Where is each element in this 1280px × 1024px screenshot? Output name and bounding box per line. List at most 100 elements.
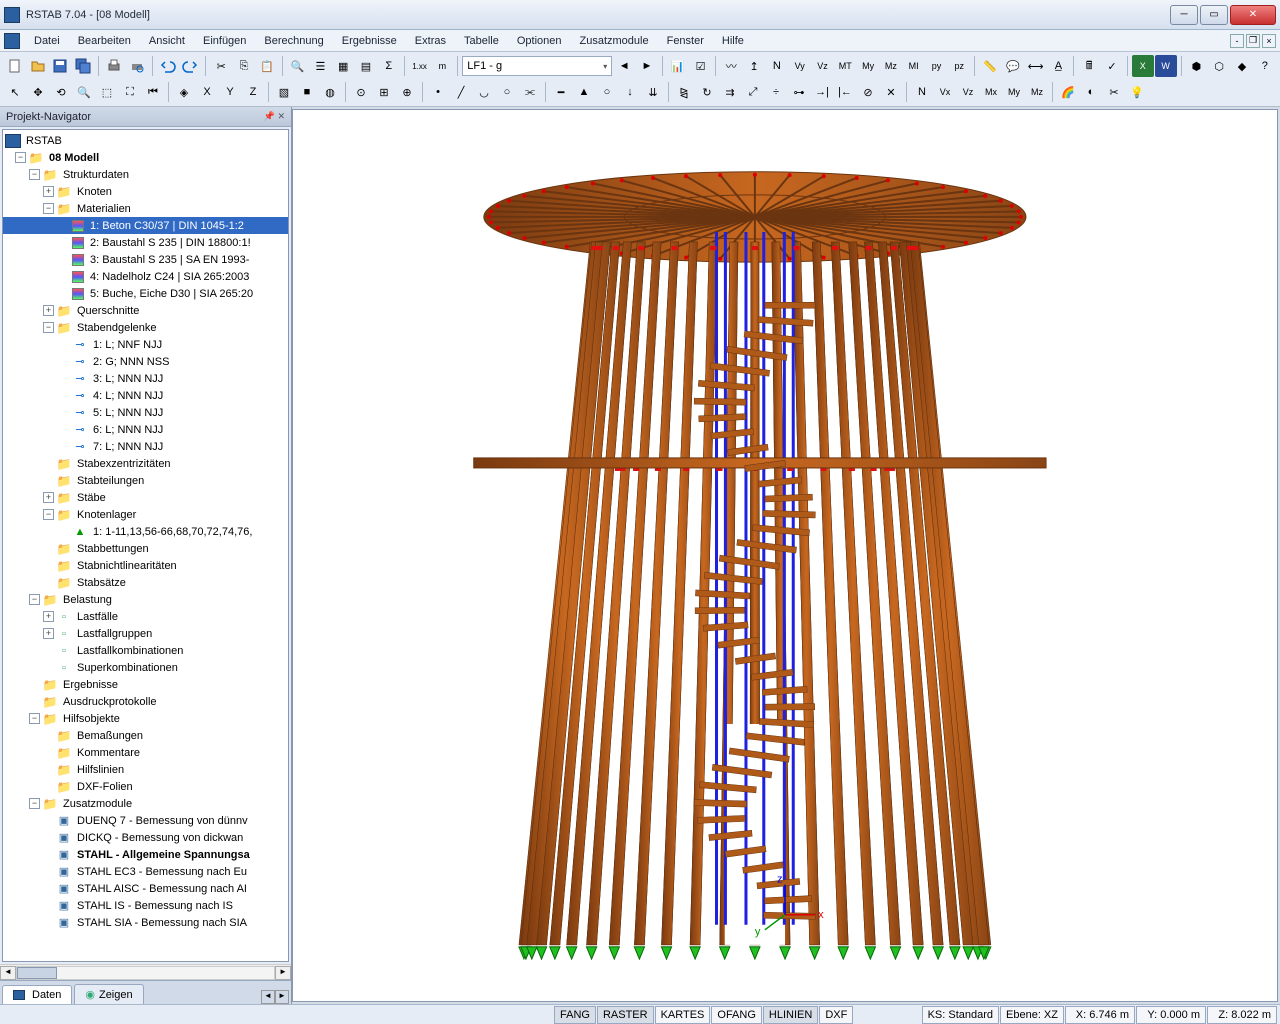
show-loads-icon[interactable]: My: [1003, 81, 1025, 103]
tree-model[interactable]: −08 Modell: [3, 149, 288, 166]
tree-querschnitte[interactable]: +Querschnitte: [3, 302, 288, 319]
tree-stabsaetze[interactable]: Stabsätze: [3, 574, 288, 591]
tree-hilfsobj[interactable]: −Hilfsobjekte: [3, 710, 288, 727]
tree-module-6[interactable]: STAHL SIA - Bemessung nach SIA: [3, 914, 288, 931]
tree-zusatz[interactable]: −Zusatzmodule: [3, 795, 288, 812]
tree-module-0[interactable]: DUENQ 7 - Bemessung von dünnv: [3, 812, 288, 829]
load-member-icon[interactable]: ⇊: [642, 81, 664, 103]
section-icon[interactable]: A̲: [1048, 55, 1070, 77]
calc-icon[interactable]: Σ: [378, 55, 400, 77]
menu-hilfe[interactable]: Hilfe: [714, 33, 752, 49]
tree-ausdruck[interactable]: Ausdruckprotokolle: [3, 693, 288, 710]
zoom-prev-icon[interactable]: ⏮: [142, 81, 164, 103]
mdi-close-icon[interactable]: ×: [1262, 34, 1276, 48]
menu-bearbeiten[interactable]: Bearbeiten: [70, 33, 139, 49]
tree-bemass[interactable]: Bemaßungen: [3, 727, 288, 744]
cs-icon[interactable]: ⊕: [396, 81, 418, 103]
navigator-icon[interactable]: ☰: [310, 55, 332, 77]
tree-hinge-6[interactable]: 6: L; NNN NJJ: [3, 421, 288, 438]
tree-hinge-2[interactable]: 2: G; NNN NSS: [3, 353, 288, 370]
zoom-icon[interactable]: 🔍: [73, 81, 95, 103]
arc-icon[interactable]: ◡: [473, 81, 495, 103]
tree-kommentare[interactable]: Kommentare: [3, 744, 288, 761]
project-tree[interactable]: RSTAB −08 Modell −Strukturdaten +Knoten …: [2, 129, 289, 962]
tree-material-2[interactable]: 2: Baustahl S 235 | DIN 18800:1!: [3, 234, 288, 251]
number-members-icon[interactable]: Vz: [957, 81, 979, 103]
support-icon[interactable]: ▲: [573, 81, 595, 103]
zoom-window-icon[interactable]: ⬚: [96, 81, 118, 103]
table-icon[interactable]: ▤: [355, 55, 377, 77]
menu-tabelle[interactable]: Tabelle: [456, 33, 507, 49]
tree-material-3[interactable]: 3: Baustahl S 235 | SA EN 1993-: [3, 251, 288, 268]
rotate-view-icon[interactable]: ⟲: [50, 81, 72, 103]
tree-module-1[interactable]: DICKQ - Bemessung von dickwan: [3, 829, 288, 846]
delete-icon[interactable]: ✕: [880, 81, 902, 103]
comment-icon[interactable]: 💬: [1002, 55, 1024, 77]
tree-hinge-4[interactable]: 4: L; NNN NJJ: [3, 387, 288, 404]
redo-icon[interactable]: [180, 55, 202, 77]
tree-hinge-5[interactable]: 5: L; NNN NJJ: [3, 404, 288, 421]
tree-hinge-3[interactable]: 3: L; NNN NJJ: [3, 370, 288, 387]
tree-stabteil[interactable]: Stabteilungen: [3, 472, 288, 489]
reaction-icon[interactable]: ↥: [743, 55, 765, 77]
side-tab-daten[interactable]: Daten: [2, 985, 72, 1004]
tree-stabexz[interactable]: Stabexzentrizitäten: [3, 455, 288, 472]
maximize-button[interactable]: ▭: [1200, 5, 1228, 25]
word-icon[interactable]: W: [1155, 55, 1177, 77]
snap-kartes[interactable]: KARTES: [655, 1006, 711, 1024]
tree-lfkomb[interactable]: Lastfallkombinationen: [3, 642, 288, 659]
tree-stabendgelenke[interactable]: −Stabendgelenke: [3, 319, 288, 336]
number-supports-icon[interactable]: Mx: [980, 81, 1002, 103]
module-2-icon[interactable]: ⬡: [1208, 55, 1230, 77]
menu-ergebnisse[interactable]: Ergebnisse: [334, 33, 405, 49]
scale-icon[interactable]: ⤢: [742, 81, 764, 103]
open-file-icon[interactable]: [27, 55, 49, 77]
break-icon[interactable]: ⊘: [857, 81, 879, 103]
tree-stabbett[interactable]: Stabbettungen: [3, 540, 288, 557]
menu-fenster[interactable]: Fenster: [659, 33, 712, 49]
tree-module-2[interactable]: STAHL - Allgemeine Spannungsa: [3, 846, 288, 863]
move-icon[interactable]: ✥: [27, 81, 49, 103]
tree-belastung[interactable]: −Belastung: [3, 591, 288, 608]
app-menu-icon[interactable]: [4, 33, 20, 49]
circle-icon[interactable]: ○: [496, 81, 518, 103]
save-all-icon[interactable]: [72, 55, 94, 77]
model-viewport[interactable]: LF1 : g: [292, 109, 1278, 1002]
snap-icon[interactable]: ⊙: [350, 81, 372, 103]
tree-staebe[interactable]: +Stäbe: [3, 489, 288, 506]
lighting-icon[interactable]: 💡: [1126, 81, 1148, 103]
tree-hinge-7[interactable]: 7: L; NNN NJJ: [3, 438, 288, 455]
tree-knoten[interactable]: +Knoten: [3, 183, 288, 200]
divide-icon[interactable]: ÷: [765, 81, 787, 103]
number-nodes-icon[interactable]: N: [911, 81, 933, 103]
tree-ergebnisse[interactable]: Ergebnisse: [3, 676, 288, 693]
loadcase-combo[interactable]: LF1 - g: [462, 56, 612, 76]
tree-superkomb[interactable]: Superkombinationen: [3, 659, 288, 676]
copy-move-icon[interactable]: ⇉: [719, 81, 741, 103]
member-icon[interactable]: ━: [550, 81, 572, 103]
tab-scroll-right-icon[interactable]: ►: [275, 990, 289, 1004]
print-preview-icon[interactable]: [126, 55, 148, 77]
tab-scroll-left-icon[interactable]: ◄: [261, 990, 275, 1004]
diagram-vy-icon[interactable]: Vy: [789, 55, 811, 77]
module-1-icon[interactable]: ⬢: [1185, 55, 1207, 77]
select-icon[interactable]: ↖: [4, 81, 26, 103]
tree-module-4[interactable]: STAHL AISC - Bemessung nach AI: [3, 880, 288, 897]
mdi-restore-icon[interactable]: ❐: [1246, 34, 1260, 48]
menu-optionen[interactable]: Optionen: [509, 33, 570, 49]
mirror-icon[interactable]: ⧎: [673, 81, 695, 103]
print-icon[interactable]: [103, 55, 125, 77]
node-icon[interactable]: •: [427, 81, 449, 103]
units-icon[interactable]: m: [431, 55, 453, 77]
view-z-icon[interactable]: Z: [242, 81, 264, 103]
rendered-icon[interactable]: ◍: [319, 81, 341, 103]
diagram-n-icon[interactable]: N: [766, 55, 788, 77]
solid-icon[interactable]: ■: [296, 81, 318, 103]
line-icon[interactable]: ╱: [450, 81, 472, 103]
result-values-icon[interactable]: ☑: [690, 55, 712, 77]
diagram-pz-icon[interactable]: pz: [948, 55, 970, 77]
diagram-mi-icon[interactable]: MI: [903, 55, 925, 77]
tree-root[interactable]: RSTAB: [3, 132, 288, 149]
tree-module-5[interactable]: STAHL IS - Bemessung nach IS: [3, 897, 288, 914]
menu-ansicht[interactable]: Ansicht: [141, 33, 193, 49]
